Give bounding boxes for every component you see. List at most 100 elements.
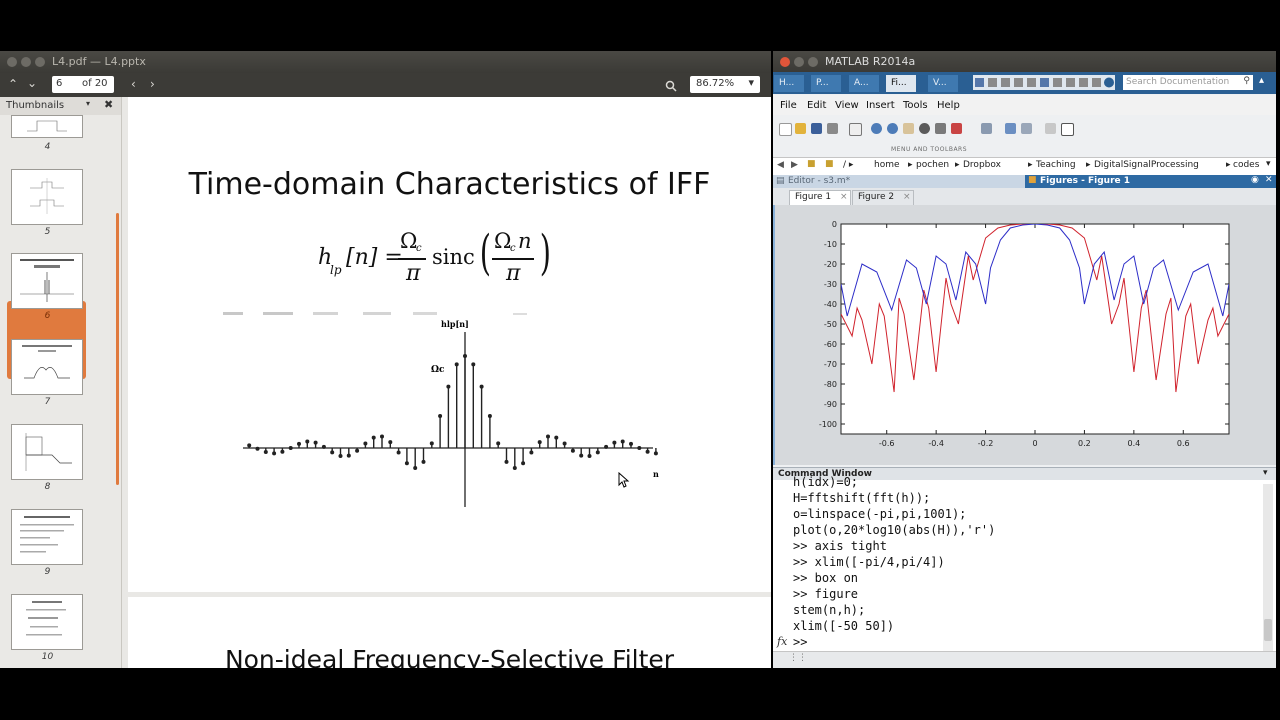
stem-marker <box>645 449 650 454</box>
new-figure-icon[interactable] <box>779 123 792 136</box>
menu-view[interactable]: View <box>835 100 859 111</box>
close-icon[interactable]: × <box>903 192 911 202</box>
stem-marker <box>438 413 443 418</box>
page-number-field[interactable]: 6 of 20 <box>52 76 114 93</box>
thumbnail-number: 7 <box>44 397 51 407</box>
stem-marker <box>620 439 625 444</box>
menu-help[interactable]: Help <box>937 100 960 111</box>
stem-label-n: n <box>653 469 659 479</box>
menu-insert[interactable]: Insert <box>866 100 895 111</box>
thumbnail-page-5[interactable] <box>11 169 83 225</box>
editor-panel-header[interactable]: ▤ Editor - s3.m* <box>773 175 1025 188</box>
address-bar[interactable]: ◀ ▶ ■ ■ / ▸ home ▸ pochen ▸ Dropbox ▸ Te… <box>773 157 1276 176</box>
stem-marker <box>570 448 575 453</box>
path-segment[interactable]: Teaching <box>1036 160 1076 170</box>
page-input[interactable]: 6 <box>56 78 62 89</box>
thumbnail-page-10[interactable] <box>11 594 83 650</box>
path-segment[interactable]: DigitalSignalProcessing <box>1094 160 1199 170</box>
tab-figure-2[interactable]: Figure 2 × <box>852 190 914 205</box>
thumbnail-page-9[interactable] <box>11 509 83 565</box>
tab-label: Fi... <box>891 78 907 88</box>
sidebar-title[interactable]: Thumbnails <box>6 100 64 111</box>
stem-marker <box>288 446 293 450</box>
stem-marker <box>247 443 252 448</box>
back-arrow-icon[interactable]: ◀ <box>777 160 784 170</box>
path-segment[interactable]: Dropbox <box>963 160 1001 170</box>
x-tick-label: 0.2 <box>1078 439 1091 448</box>
rotate-icon[interactable] <box>919 123 930 134</box>
toolstrip-tab-view[interactable]: V... <box>928 75 958 92</box>
thumbnail-page-7[interactable] <box>11 339 83 395</box>
chevron-up-icon[interactable]: ⌃ <box>8 77 18 91</box>
toolstrip-tab-plots[interactable]: P... <box>811 75 841 92</box>
dropdown-arrow-icon[interactable]: ▾ <box>86 99 90 108</box>
maximize-window-button[interactable] <box>808 57 818 67</box>
stem-marker <box>487 413 492 418</box>
forward-arrow-icon[interactable]: › <box>150 77 155 91</box>
open-file-icon[interactable] <box>795 123 806 134</box>
close-window-button[interactable] <box>7 57 17 67</box>
fraction-bar <box>492 258 534 260</box>
menu-file[interactable]: File <box>780 100 797 111</box>
pan-icon[interactable] <box>903 123 914 134</box>
zoom-select[interactable]: 86.72% ▾ <box>690 76 760 93</box>
stem-marker <box>272 451 277 456</box>
chevron-down-icon[interactable]: ▾ <box>1266 159 1271 169</box>
toolstrip-collapse-icon[interactable]: ▴ <box>1259 75 1273 90</box>
close-icon[interactable]: ✕ <box>1265 175 1273 185</box>
command-window-scrollbar[interactable] <box>1263 484 1273 664</box>
stem-label-omega: Ωc <box>431 365 445 375</box>
toolstrip-tab-apps[interactable]: A... <box>849 75 879 92</box>
menu-tools[interactable]: Tools <box>903 100 928 111</box>
zoom-in-icon[interactable] <box>871 123 882 134</box>
function-browser-icon[interactable]: fx <box>777 635 787 648</box>
frequency-response-chart[interactable]: 0 -10 -20 -30 -40 -50 -60 -70 -80 -90 -100 -0.6 -0.4… <box>775 205 1276 465</box>
close-icon[interactable]: ✖ <box>104 98 113 111</box>
panel-options-icon[interactable]: ◉ <box>1251 175 1259 185</box>
y-tick-label: -70 <box>824 360 837 369</box>
scrollbar-thumb[interactable] <box>1264 619 1272 641</box>
zoom-out-icon[interactable] <box>887 123 898 134</box>
browse-folder-icon[interactable]: ■ <box>825 159 834 169</box>
legend-icon[interactable] <box>1021 123 1032 134</box>
minimize-window-button[interactable] <box>21 57 31 67</box>
panel-options-icon[interactable]: ▾ <box>1263 468 1268 478</box>
mouse-cursor-icon <box>618 472 630 488</box>
search-documentation-input[interactable]: Search Documentation ⚲ <box>1123 75 1253 90</box>
toolstrip-tab-figures[interactable]: Fi... <box>886 75 916 92</box>
colorbar-icon[interactable] <box>1005 123 1016 134</box>
search-icon[interactable] <box>665 77 677 96</box>
sidebar-scrollbar[interactable] <box>116 213 119 485</box>
maximize-window-button[interactable] <box>35 57 45 67</box>
link-plot-icon[interactable] <box>981 123 992 134</box>
close-icon[interactable]: × <box>840 192 848 202</box>
back-arrow-icon[interactable]: ‹ <box>131 77 136 91</box>
document-area[interactable]: Time-domain Characteristics of IFF h lp … <box>122 97 771 668</box>
forward-arrow-icon[interactable]: ▶ <box>791 160 798 170</box>
thumbnail-page-4[interactable] <box>11 115 83 138</box>
search-icon[interactable]: ⚲ <box>1243 76 1250 86</box>
thumbnail-page-8[interactable] <box>11 424 83 480</box>
tab-figure-1[interactable]: Figure 1 × <box>789 190 851 205</box>
print-icon[interactable] <box>827 123 838 134</box>
show-tools-icon[interactable] <box>1061 123 1074 136</box>
figure-canvas[interactable]: 0 -10 -20 -30 -40 -50 -60 -70 -80 -90 -100 -0.6 -0.4… <box>773 205 1276 465</box>
data-cursor-icon[interactable] <box>935 123 946 134</box>
figures-panel-header[interactable]: ■ Figures - Figure 1 ◉ ✕ <box>1025 175 1276 188</box>
folder-up-icon[interactable]: ■ <box>807 159 816 169</box>
command-prompt[interactable]: >> <box>793 635 807 649</box>
brush-icon[interactable] <box>951 123 962 134</box>
edit-plot-icon[interactable] <box>849 123 862 136</box>
path-segment[interactable]: pochen <box>916 160 949 170</box>
path-segment[interactable]: home <box>874 160 900 170</box>
path-segment[interactable]: codes <box>1233 160 1259 170</box>
close-window-button[interactable] <box>780 57 790 67</box>
minimize-window-button[interactable] <box>794 57 804 67</box>
command-window[interactable]: h(idx)=0; H=fftshift(fft(h)); o=linspace… <box>773 475 1276 668</box>
menu-edit[interactable]: Edit <box>807 100 826 111</box>
toolstrip-tab-home[interactable]: H... <box>774 75 804 92</box>
thumbnail-page-6[interactable] <box>11 253 83 309</box>
hide-tools-icon[interactable] <box>1045 123 1056 134</box>
chevron-down-icon[interactable]: ⌄ <box>27 76 37 90</box>
save-icon[interactable] <box>811 123 822 134</box>
